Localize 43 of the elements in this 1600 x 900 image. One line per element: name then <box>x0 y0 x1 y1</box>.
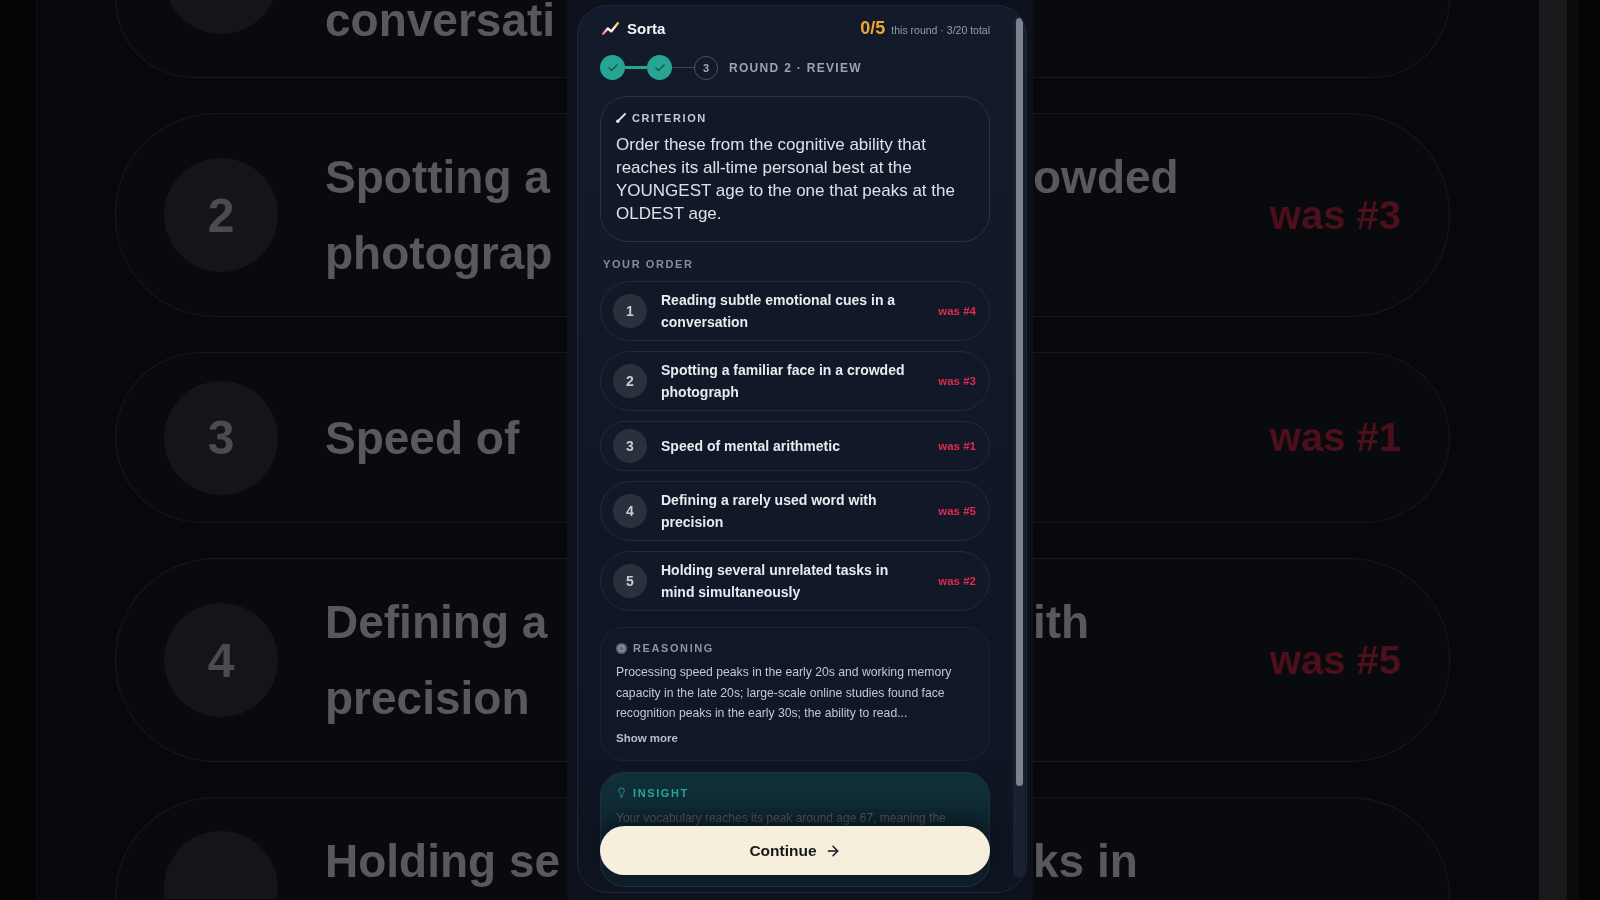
background-row-status: was #1 <box>1269 415 1402 460</box>
show-more-link[interactable]: Show more <box>616 730 678 745</box>
background-row-text: Spotting a photograp <box>325 150 553 281</box>
app-name: Sorta <box>627 19 666 37</box>
row-number: 4 <box>613 494 647 528</box>
background-row-text: Defining a precision <box>325 595 548 726</box>
background-row-text: Holding se <box>325 834 561 889</box>
previous-position: was #3 <box>938 375 976 387</box>
background-row-status: was #5 <box>1269 637 1402 683</box>
background-row-status: was #3 <box>1269 192 1402 238</box>
row-text: Holding several unrelated tasks in mind simultaneously <box>661 561 890 602</box>
background-row-text: ith <box>1033 595 1091 650</box>
row-number: 5 <box>613 564 647 598</box>
continue-button[interactable]: Continue <box>600 826 990 875</box>
reasoning-text: Processing speed peaks in the early 20s and working memory capacity in the late 20s; large-scale online studies found face recognition peaks in the early 30s; the ability to read... <box>616 664 953 722</box>
row-text: Speed of mental arithmetic <box>661 437 841 456</box>
scrollbar-thumb[interactable] <box>1015 18 1023 786</box>
round-label: ROUND 2 · REVIEW <box>729 60 862 75</box>
section-title: CRITERION <box>632 112 707 124</box>
row-text: Reading subtle emotional cues in a conversation <box>661 291 897 332</box>
background-row-text: ks in <box>1033 834 1139 889</box>
background-row-text: Speed of <box>325 410 520 466</box>
criterion-text: Order these from the cognitive ability that reaches its all-time personal best at the YOUNGEST age to the one that peaks at the OLDEST age. <box>616 134 956 225</box>
previous-position: was #5 <box>938 505 976 517</box>
section-title: REASONING <box>633 642 715 654</box>
score-caption: this round · 3/20 total <box>891 23 990 36</box>
background-row-text: owded <box>1033 150 1180 205</box>
row-text: Defining a rarely used word with precision <box>661 491 878 532</box>
row-text: Spotting a familiar face in a crowded photograph <box>661 361 906 402</box>
round-score: 0/5 <box>860 17 886 39</box>
row-number: 3 <box>613 429 647 463</box>
section-title: YOUR ORDER <box>602 257 694 271</box>
wand-icon <box>616 113 626 123</box>
background-row-text: conversati <box>325 0 556 40</box>
circle-icon <box>616 642 627 654</box>
row-number: 2 <box>613 364 647 398</box>
lightbulb-icon <box>616 787 627 798</box>
previous-position: was #2 <box>938 575 976 587</box>
previous-position: was #1 <box>938 440 976 452</box>
row-number: 1 <box>613 294 647 328</box>
previous-position: was #4 <box>938 305 976 317</box>
section-title: INSIGHT <box>633 786 689 799</box>
trend-line-icon <box>602 21 619 35</box>
